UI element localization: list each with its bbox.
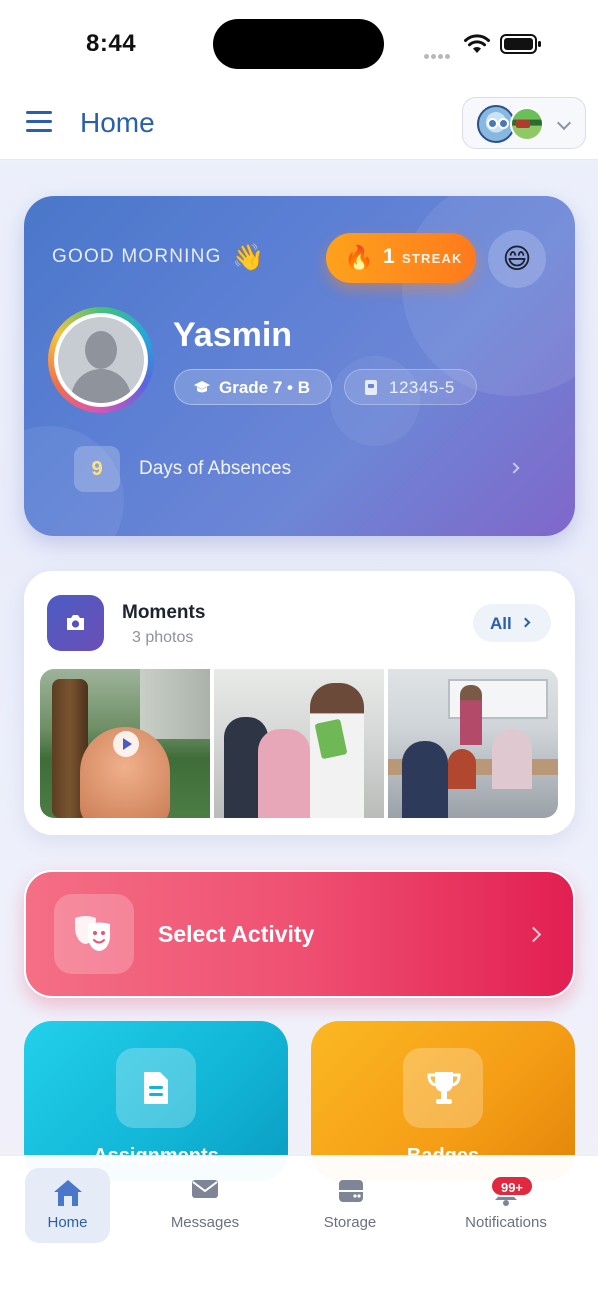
student-id: 12345-5 [389, 378, 455, 397]
page-title: Home [80, 107, 155, 138]
profile-switcher[interactable] [462, 97, 586, 149]
wifi-icon [464, 34, 490, 53]
app-header: Home [0, 80, 598, 160]
streak-badge[interactable]: 🔥 1 STREAK [326, 233, 476, 283]
absences-row[interactable]: 9 Days of Absences [74, 444, 534, 494]
mail-icon [192, 1180, 218, 1198]
see-all-button[interactable]: All [473, 604, 551, 642]
nav-notifications[interactable]: 99+ Notifications [450, 1168, 562, 1243]
grade-badge: Grade 7 • B [174, 369, 332, 405]
student-hero-card: GOOD MORNING 👋 🔥 1 STREAK 😄 Yasmin Grade… [24, 196, 575, 536]
student-avatar[interactable] [48, 307, 154, 413]
mood-button[interactable]: 😄 [488, 230, 546, 288]
graduation-cap-icon [194, 381, 210, 393]
moments-count: 3 photos [132, 629, 194, 646]
trophy-icon [403, 1048, 483, 1128]
storage-icon [339, 1180, 363, 1202]
status-bar: 8:44 [0, 0, 598, 80]
moment-photo-video[interactable] [40, 669, 210, 818]
chevron-right-icon [525, 926, 542, 943]
student-name: Yasmin [173, 316, 293, 354]
avatar-placeholder-icon [58, 317, 144, 403]
absences-count: 9 [74, 446, 120, 492]
streak-label: STREAK [402, 251, 463, 266]
chevron-right-icon [520, 617, 531, 628]
chevron-right-icon [508, 462, 520, 474]
dynamic-island [213, 19, 384, 69]
moments-card: Moments 3 photos All [24, 571, 575, 835]
moment-photo[interactable] [214, 669, 384, 818]
avatar [510, 107, 544, 141]
activity-label: Select Activity [158, 921, 315, 947]
nav-home-label: Home [47, 1214, 88, 1231]
select-activity-button[interactable]: Select Activity [24, 870, 575, 998]
id-card-icon [365, 380, 377, 395]
document-icon [116, 1048, 196, 1128]
fire-icon: 🔥 [344, 245, 374, 272]
battery-icon [500, 34, 541, 54]
streak-count: 1 [383, 245, 395, 268]
nav-messages[interactable]: Messages [160, 1168, 250, 1243]
home-icon [54, 1180, 82, 1206]
absences-label: Days of Absences [139, 458, 292, 479]
greeting-text: GOOD MORNING [52, 246, 222, 267]
theater-masks-icon [54, 894, 134, 974]
wave-icon: 👋 [232, 242, 265, 272]
menu-icon[interactable] [26, 111, 52, 133]
nav-storage-label: Storage [323, 1214, 377, 1231]
nav-home[interactable]: Home [25, 1168, 110, 1243]
status-time: 8:44 [86, 30, 137, 57]
moments-title: Moments [122, 602, 206, 623]
notifications-badge: 99+ [490, 1175, 534, 1197]
nav-notifications-label: Notifications [465, 1214, 547, 1231]
nav-storage[interactable]: Storage [305, 1168, 395, 1243]
play-icon [113, 731, 139, 757]
chevron-down-icon [556, 115, 572, 131]
see-all-label: All [490, 614, 512, 633]
signal-icon [424, 46, 454, 59]
bottom-navigation: Home Messages Storage 99+ Notifications [0, 1155, 598, 1300]
moment-photo[interactable] [388, 669, 558, 818]
student-id-badge: 12345-5 [344, 369, 477, 405]
nav-messages-label: Messages [170, 1214, 240, 1231]
camera-icon [47, 595, 104, 651]
grade-text: Grade 7 • B [219, 378, 310, 397]
